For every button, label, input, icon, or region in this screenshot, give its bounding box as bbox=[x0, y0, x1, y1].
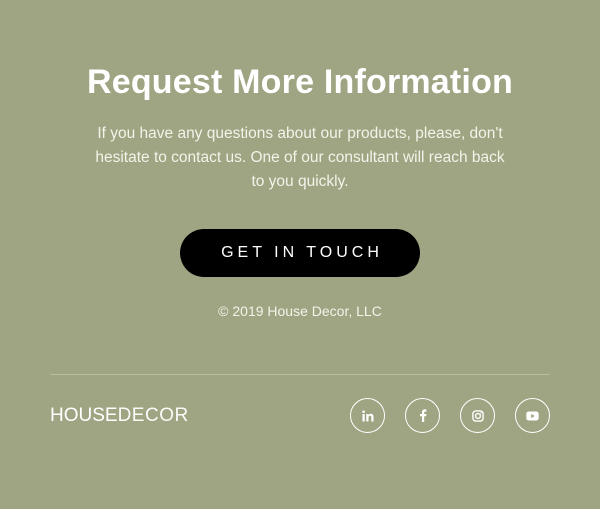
get-in-touch-button[interactable]: GET IN TOUCH bbox=[180, 229, 420, 277]
logo-part-decor: DECOR bbox=[117, 405, 189, 426]
instagram-icon bbox=[471, 409, 484, 422]
logo-part-house: HOUSE bbox=[50, 405, 118, 426]
facebook-icon bbox=[419, 409, 426, 422]
youtube-icon bbox=[526, 411, 539, 420]
cta-description: If you have any questions about our prod… bbox=[95, 125, 505, 190]
social-links bbox=[350, 398, 550, 433]
house-decor-logo[interactable]: HOUSEDECOR bbox=[50, 404, 189, 428]
linkedin-button[interactable] bbox=[350, 398, 385, 433]
page-title: Request More Information bbox=[86, 63, 514, 101]
instagram-button[interactable] bbox=[460, 398, 495, 433]
facebook-button[interactable] bbox=[405, 398, 440, 433]
linkedin-icon bbox=[361, 409, 373, 421]
footer-divider bbox=[50, 374, 550, 375]
youtube-button[interactable] bbox=[515, 398, 550, 433]
copyright-text: © 2019 House Decor, LLC bbox=[218, 303, 382, 319]
